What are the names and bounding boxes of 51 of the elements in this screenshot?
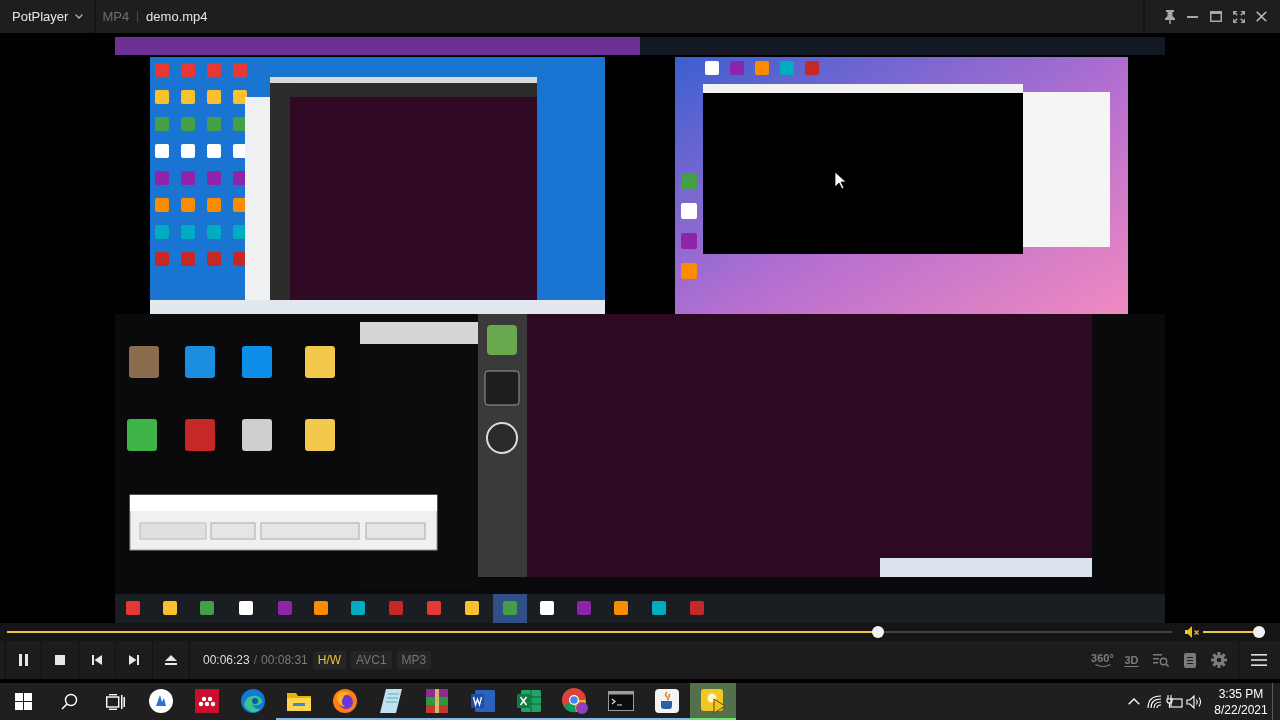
current-time: 00:06:23 [203,652,250,669]
signal-icon [1146,694,1162,709]
vr-view-button[interactable]: 360° [1088,641,1117,679]
codec-badge: H/W [312,651,347,669]
codec-badge: MP3 [396,651,432,669]
minimize-icon [1187,15,1198,18]
start-icon [14,693,32,710]
spreadsheet-icon [517,689,541,712]
search-icon [60,693,78,710]
fullscreen-icon [1232,10,1245,23]
document-icon [471,689,495,712]
task-view-icon [105,693,125,710]
codec-badge: AVC1 [351,651,392,669]
format-label: MP4 [102,7,130,26]
stop-icon [55,655,65,665]
speaker-icon [1185,694,1203,709]
caret-down-icon [75,14,84,19]
coffee-cup-icon [655,688,679,713]
round-app-icon [149,688,173,713]
settings-icon [1210,652,1227,668]
maximize-icon [1209,11,1222,22]
eject-icon [165,655,177,665]
total-duration: 00:08:31 [261,652,308,669]
time-separator: / [253,652,258,669]
clock-time[interactable]: 3:35 PM [1218,685,1264,702]
swirl-icon [241,688,265,713]
clock-date[interactable]: 8/22/2021 [1214,701,1268,718]
folder-icon [287,690,311,711]
archive-icon [426,688,448,713]
skip-back-icon [92,655,102,665]
volume-track[interactable] [1203,626,1265,638]
notepad-icon [380,688,402,713]
close-icon [1256,11,1267,22]
browser-icon [562,687,588,714]
muted-speaker-icon[interactable] [1185,626,1200,638]
seek-thumb[interactable] [871,626,884,638]
dots-app-icon [195,688,219,713]
flame-globe-icon [333,688,357,713]
chevron-up-icon [1128,698,1140,705]
stereo-view-button[interactable]: 3D [1117,641,1146,679]
volume-thumb[interactable] [1253,626,1265,638]
file-name: demo.mp4 [146,7,208,26]
pin-icon [1164,9,1175,24]
playlist-icon [1183,652,1196,668]
skip-forward-icon [129,655,139,665]
seek-track[interactable] [7,626,1172,638]
terminal-icon [608,690,634,711]
battery-plug-icon [1165,694,1183,709]
menu-icon [1250,654,1267,666]
list-search-icon [1152,653,1169,667]
play-tile-icon [701,688,725,713]
